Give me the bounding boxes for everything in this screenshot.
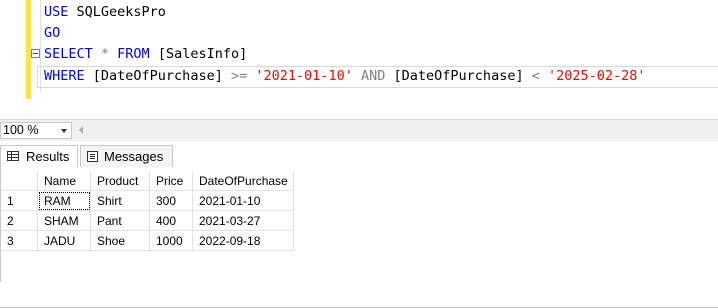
- results-table[interactable]: Name Product Price DateOfPurchase 1 RAM …: [1, 171, 294, 251]
- start-date-literal: '2021-01-10': [255, 68, 362, 84]
- tab-results[interactable]: Results: [0, 145, 78, 167]
- cell-price[interactable]: 400: [149, 210, 193, 231]
- tab-messages[interactable]: Messages: [80, 145, 173, 167]
- column-header-dateofpurchase[interactable]: DateOfPurchase: [192, 171, 294, 191]
- messages-icon: [87, 151, 98, 162]
- keyword-where: WHERE: [44, 68, 93, 84]
- cell-dateofpurchase[interactable]: 2022-09-18: [192, 230, 294, 251]
- zoom-dropdown[interactable]: 100 %: [0, 122, 72, 139]
- cell-dateofpurchase[interactable]: 2021-03-27: [192, 210, 294, 231]
- keyword-go: GO: [44, 25, 61, 41]
- cell-dateofpurchase[interactable]: 2021-01-10: [192, 190, 294, 211]
- keyword-and: AND: [361, 68, 394, 84]
- cell-price[interactable]: 300: [149, 190, 193, 211]
- cell-product[interactable]: Shoe: [90, 230, 150, 251]
- tab-results-label: Results: [26, 149, 70, 164]
- keyword-use: USE: [44, 4, 77, 20]
- tab-messages-label: Messages: [104, 149, 164, 164]
- cell-product[interactable]: Pant: [90, 210, 150, 231]
- cell-name[interactable]: RAM: [37, 190, 91, 211]
- end-date-literal: '2025-02-28': [547, 68, 646, 84]
- header-row: Name Product Price DateOfPurchase: [1, 171, 294, 191]
- lt-operator: <: [531, 68, 548, 84]
- code-line-2: GO: [44, 23, 60, 44]
- row-number[interactable]: 1: [1, 190, 38, 211]
- gte-operator: >=: [230, 68, 256, 84]
- table-row[interactable]: 2 SHAM Pant 400 2021-03-27: [1, 210, 294, 231]
- database-name: SQLGeeksPro: [76, 4, 166, 20]
- editor-blank-area: [0, 99, 718, 119]
- results-grid[interactable]: Name Product Price DateOfPurchase 1 RAM …: [0, 167, 718, 282]
- grid-icon: [7, 151, 19, 161]
- column-ref: [DateOfPurchase]: [92, 68, 231, 84]
- keyword-select: SELECT: [44, 46, 101, 62]
- column-header-price[interactable]: Price: [149, 171, 193, 191]
- row-number[interactable]: 3: [1, 230, 38, 251]
- collapse-icon[interactable]: [31, 49, 40, 58]
- zoom-value: 100 %: [3, 123, 39, 137]
- star-operator: *: [100, 46, 118, 62]
- query-editor[interactable]: USE SQLGeeksPro GO SELECT * FROM [SalesI…: [0, 0, 718, 119]
- scroll-left-icon[interactable]: [79, 126, 83, 134]
- column-header-name[interactable]: Name: [37, 171, 91, 191]
- keyword-from: FROM: [117, 46, 158, 62]
- column-header-product[interactable]: Product: [90, 171, 150, 191]
- results-tabs: Results Messages: [0, 141, 718, 308]
- select-all-corner[interactable]: [1, 171, 38, 191]
- cell-name[interactable]: SHAM: [37, 210, 91, 231]
- row-number[interactable]: 2: [1, 210, 38, 231]
- table-row[interactable]: 1 RAM Shirt 300 2021-01-10: [1, 190, 294, 211]
- code-line-1: USE SQLGeeksPro: [44, 2, 166, 23]
- zoom-bar: 100 %: [0, 119, 718, 141]
- code-line-3: SELECT * FROM [SalesInfo]: [44, 44, 247, 65]
- cell-product[interactable]: Shirt: [90, 190, 150, 211]
- cell-name[interactable]: JADU: [37, 230, 91, 251]
- column-ref: [DateOfPurchase]: [393, 68, 532, 84]
- chevron-down-icon[interactable]: [61, 129, 67, 133]
- cell-price[interactable]: 1000: [149, 230, 193, 251]
- code-line-4: WHERE [DateOfPurchase] >= '2021-01-10' A…: [44, 66, 646, 87]
- table-name: [SalesInfo]: [157, 46, 248, 62]
- table-row[interactable]: 3 JADU Shoe 1000 2022-09-18: [1, 230, 294, 251]
